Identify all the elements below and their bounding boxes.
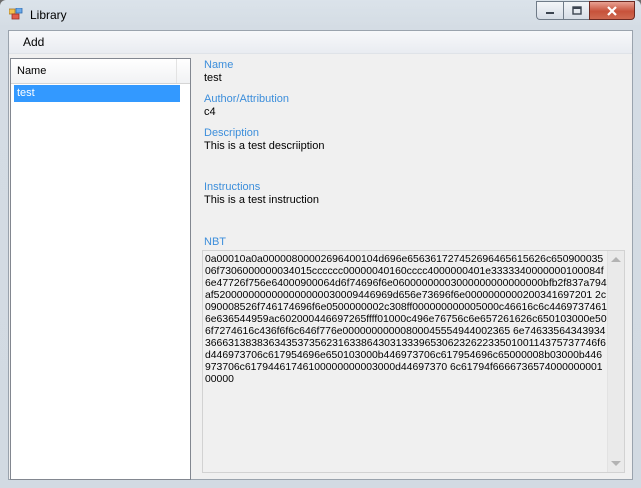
title-bar[interactable]: Library: [0, 0, 641, 28]
client-area: Add Name test Name test Author/Attributi…: [8, 30, 633, 480]
maximize-button[interactable]: [563, 1, 589, 20]
name-value: test: [204, 72, 222, 84]
nbt-scrollbar[interactable]: [607, 251, 624, 472]
list-item[interactable]: test: [14, 85, 180, 102]
menu-add[interactable]: Add: [15, 32, 52, 52]
instructions-value: This is a test instruction: [204, 194, 319, 206]
description-value: This is a test descriiption: [204, 140, 325, 152]
description-label: Description: [204, 127, 260, 139]
author-label: Author/Attribution: [204, 93, 289, 105]
scroll-down-icon[interactable]: [611, 461, 621, 466]
close-button[interactable]: [589, 1, 635, 20]
maximize-icon: [571, 6, 582, 15]
author-value: c4: [204, 106, 216, 118]
column-header-label: Name: [17, 65, 47, 77]
window-title: Library: [30, 8, 67, 22]
app-icon: [9, 8, 23, 20]
instructions-label: Instructions: [204, 181, 261, 193]
window-controls: [536, 1, 635, 21]
minimize-button[interactable]: [536, 1, 563, 20]
name-label: Name: [204, 59, 234, 71]
nbt-label: NBT: [204, 236, 226, 248]
library-window: Library Add Name test Name test Author/A…: [0, 0, 641, 488]
list-header: Name: [11, 59, 190, 84]
scroll-up-icon[interactable]: [611, 257, 621, 262]
minimize-icon: [546, 11, 554, 14]
column-header-name[interactable]: Name: [11, 59, 177, 83]
nbt-textbox[interactable]: 0a00010a0a00000800002696400104d696e65636…: [202, 250, 625, 473]
column-header-filler: [178, 59, 190, 83]
menu-bar: Add: [9, 31, 632, 54]
library-list[interactable]: Name test: [10, 58, 191, 480]
close-icon: [607, 5, 617, 16]
nbt-value: 0a00010a0a00000800002696400104d696e65636…: [205, 254, 607, 385]
